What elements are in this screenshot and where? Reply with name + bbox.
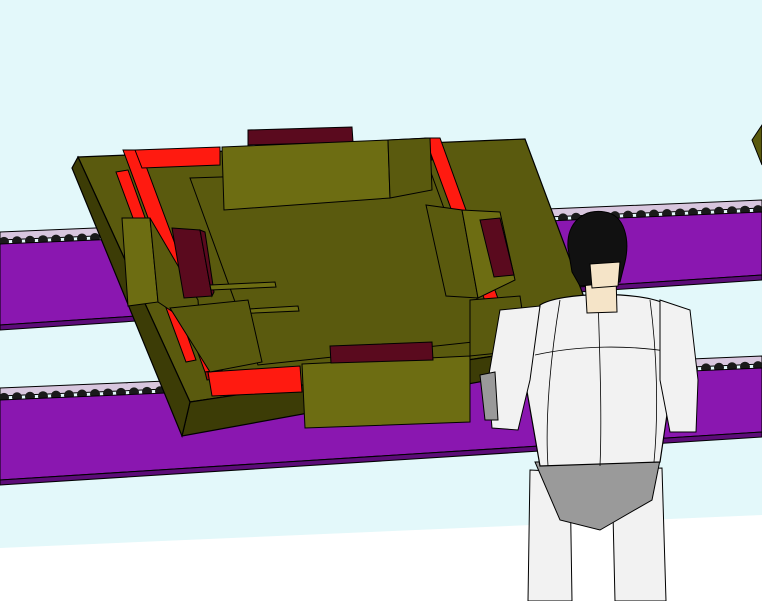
front-clamp-block	[329, 341, 434, 364]
rear-locating-rail	[134, 146, 221, 169]
3d-viewport[interactable]	[0, 0, 762, 601]
front-center-box	[301, 355, 471, 429]
rear-center-box	[221, 139, 391, 211]
